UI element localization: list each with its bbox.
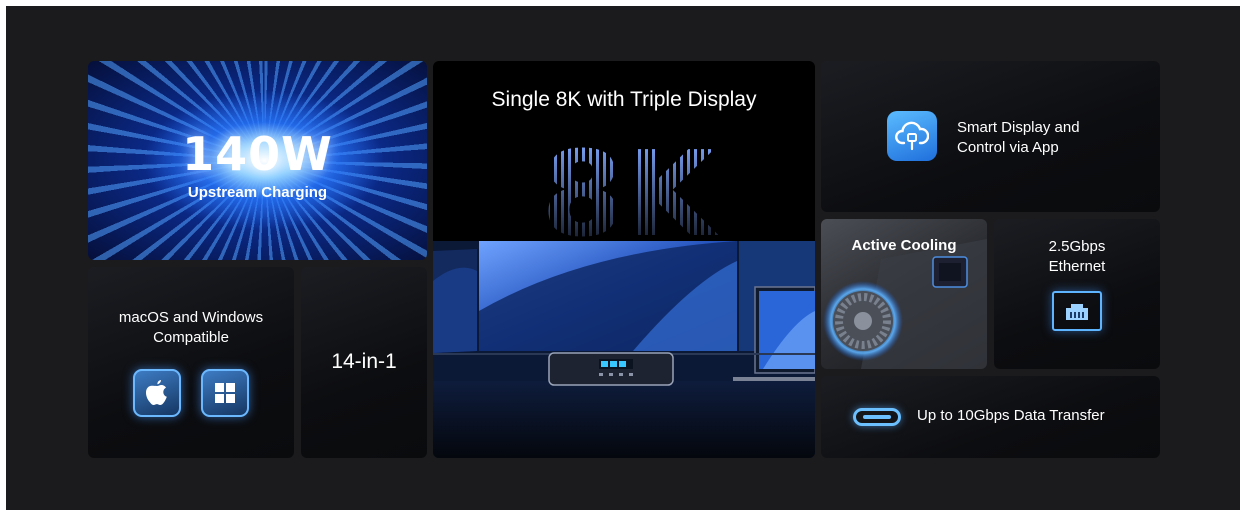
data-transfer-label: Up to 10Gbps Data Transfer	[917, 407, 1105, 424]
app-line1: Smart Display and	[957, 119, 1080, 136]
app-line2: Control via App	[957, 139, 1059, 156]
apple-logo-icon	[133, 369, 181, 417]
charging-headline: 140W	[182, 127, 333, 181]
cloud-usb-icon	[887, 111, 937, 161]
charging-subtitle: Upstream Charging	[187, 184, 328, 201]
tile-ethernet: 2.5Gbps Ethernet	[994, 219, 1160, 369]
display-title: Single 8K with Triple Display	[491, 88, 757, 111]
cooling-label: Active Cooling	[851, 237, 957, 254]
ethernet-port-icon	[1052, 291, 1102, 331]
app-control-text: Smart Display and Control via App	[957, 118, 1080, 158]
tile-triple-display: Single 8K with Triple Display 8K	[433, 61, 815, 458]
tile-charging: 140W Upstream Charging	[88, 61, 427, 260]
windows-logo-icon	[201, 369, 249, 417]
usb-c-port-icon	[853, 408, 901, 426]
os-title-line1: macOS and Windows	[118, 309, 264, 326]
8k-graphic: 8K	[541, 139, 719, 239]
tile-app-control: Smart Display and Control via App	[821, 61, 1160, 212]
tile-os-compatibility: macOS and Windows Compatible	[88, 267, 294, 458]
os-title-line2: Compatible	[153, 329, 229, 346]
tile-ports: 14-in-1	[301, 267, 427, 458]
monitor-scene	[433, 241, 815, 458]
8k-text: 8K	[541, 139, 719, 239]
os-title: macOS and Windows Compatible	[88, 308, 294, 348]
tile-active-cooling: Active Cooling	[821, 219, 987, 369]
ports-label: 14-in-1	[331, 350, 397, 373]
ethernet-line1: 2.5Gbps	[1048, 238, 1106, 255]
ethernet-line2: Ethernet	[1048, 258, 1106, 275]
tile-data-transfer: Up to 10Gbps Data Transfer	[821, 376, 1160, 458]
ethernet-label: 2.5Gbps Ethernet	[994, 237, 1160, 277]
